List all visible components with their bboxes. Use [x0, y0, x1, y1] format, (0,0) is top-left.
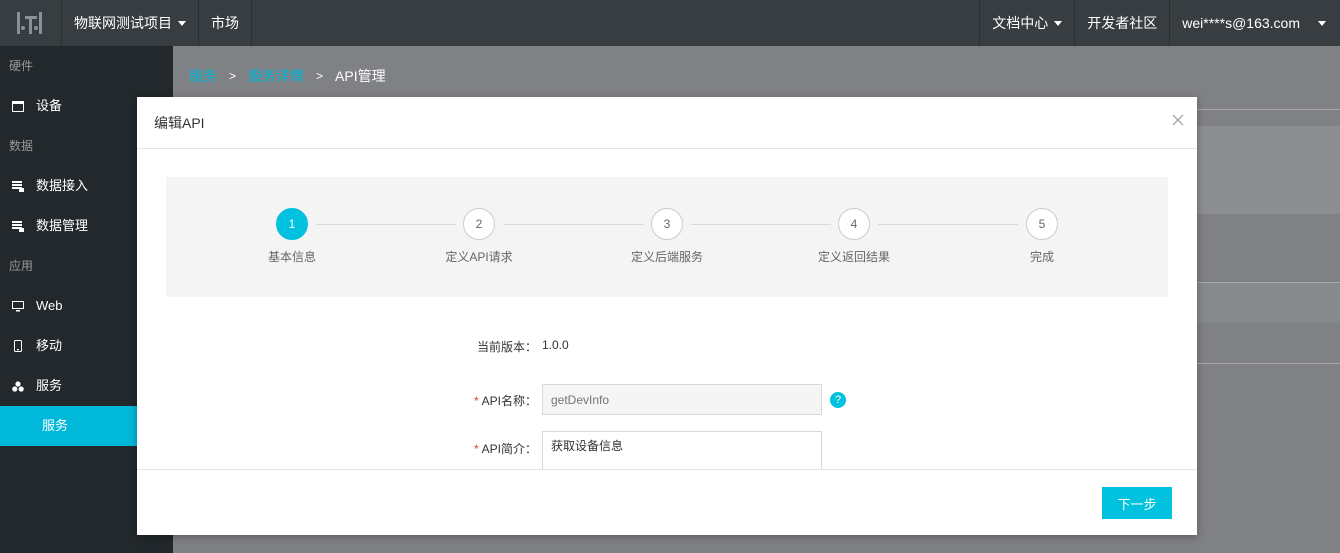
version-label: 当前版本： [476, 340, 537, 354]
step-define-request: 2 定义API请求 [429, 208, 529, 265]
step-define-backend: 3 定义后端服务 [617, 208, 717, 265]
community-label: 开发者社区 [1087, 15, 1158, 31]
docs-menu[interactable]: 文档中心 [979, 0, 1074, 46]
api-desc-label: * API简介： [474, 440, 537, 457]
step-number: 1 [276, 208, 308, 240]
api-desc-textarea[interactable]: 获取设备信息 [542, 431, 822, 469]
background-table-header [1197, 283, 1340, 323]
step-define-response: 4 定义返回结果 [804, 208, 904, 265]
modal-title: 编辑API [154, 114, 205, 131]
step-label: 定义后端服务 [630, 250, 703, 264]
step-label: 完成 [1029, 250, 1054, 264]
sidebar-item-label: 数据接入 [36, 178, 89, 193]
step-number: 5 [1026, 208, 1058, 240]
api-desc-label-text: API简介： [481, 442, 537, 456]
market-link[interactable]: 市场 [199, 0, 252, 46]
step-complete: 5 完成 [992, 208, 1092, 265]
modal-header: 编辑API [137, 97, 1197, 149]
help-icon[interactable]: ? [830, 392, 846, 408]
community-link[interactable]: 开发者社区 [1074, 0, 1169, 46]
version-value: 1.0.0 [542, 338, 569, 352]
top-navbar: 物联网测试项目 市场 文档中心 开发者社区 wei****s@163.com [0, 0, 1340, 46]
market-label: 市场 [211, 15, 239, 31]
docs-label: 文档中心 [992, 15, 1049, 31]
data-icon [12, 180, 24, 192]
edit-api-modal: 编辑API 1 基本信息 2 定义API请求 3 定义后端服务 4 定义返回结果… [137, 97, 1197, 535]
sidebar-item-label: Web [36, 298, 63, 313]
step-basic-info: 1 基本信息 [242, 208, 342, 265]
breadcrumb-api-management: API管理 [335, 68, 386, 84]
caret-down-icon [178, 20, 186, 26]
breadcrumb-service[interactable]: 服务 [189, 66, 217, 86]
close-icon[interactable] [1171, 113, 1185, 127]
api-name-label: * API名称： [474, 392, 537, 409]
user-email: wei****s@163.com [1182, 15, 1300, 31]
user-menu[interactable]: wei****s@163.com [1169, 0, 1340, 46]
mobile-icon [12, 340, 24, 352]
monitor-icon [12, 300, 24, 312]
project-selector[interactable]: 物联网测试项目 [62, 0, 199, 46]
step-progress: 1 基本信息 2 定义API请求 3 定义后端服务 4 定义返回结果 5 完成 [166, 177, 1168, 297]
step-label: 定义API请求 [445, 250, 513, 264]
chevron-right-icon: > [316, 69, 324, 83]
service-icon [12, 380, 24, 392]
device-icon [12, 100, 24, 112]
modal-footer: 下一步 [137, 469, 1197, 535]
sidebar-item-label: 设备 [36, 98, 63, 113]
next-step-button[interactable]: 下一步 [1102, 487, 1172, 519]
step-number: 4 [838, 208, 870, 240]
api-name-label-text: API名称： [481, 394, 537, 408]
sidebar-item-label: 数据管理 [36, 218, 89, 233]
caret-down-icon [1318, 20, 1326, 26]
step-label: 基本信息 [267, 250, 316, 264]
background-divider [1197, 109, 1340, 110]
breadcrumb-service-detail[interactable]: 服务详情 [248, 66, 304, 86]
background-panel [1197, 126, 1340, 214]
background-divider [1197, 363, 1340, 364]
step-number: 2 [463, 208, 495, 240]
iot-logo[interactable] [0, 0, 62, 46]
data-icon [12, 220, 24, 232]
caret-down-icon [1054, 20, 1063, 26]
sidebar-group-hardware: 硬件 [9, 59, 34, 73]
sidebar-item-label: 移动 [36, 338, 63, 353]
required-asterisk: * [473, 394, 479, 408]
required-asterisk: * [473, 442, 479, 456]
project-name: 物联网测试项目 [74, 15, 172, 31]
breadcrumb: 服务 > 服务详情 > API管理 [189, 66, 386, 86]
modal-body: 1 基本信息 2 定义API请求 3 定义后端服务 4 定义返回结果 5 完成 … [137, 149, 1197, 469]
chevron-right-icon: > [229, 69, 237, 83]
step-label: 定义返回结果 [817, 250, 890, 264]
sidebar-item-label: 服务 [36, 378, 63, 393]
api-name-input[interactable] [542, 384, 822, 415]
step-number: 3 [651, 208, 683, 240]
